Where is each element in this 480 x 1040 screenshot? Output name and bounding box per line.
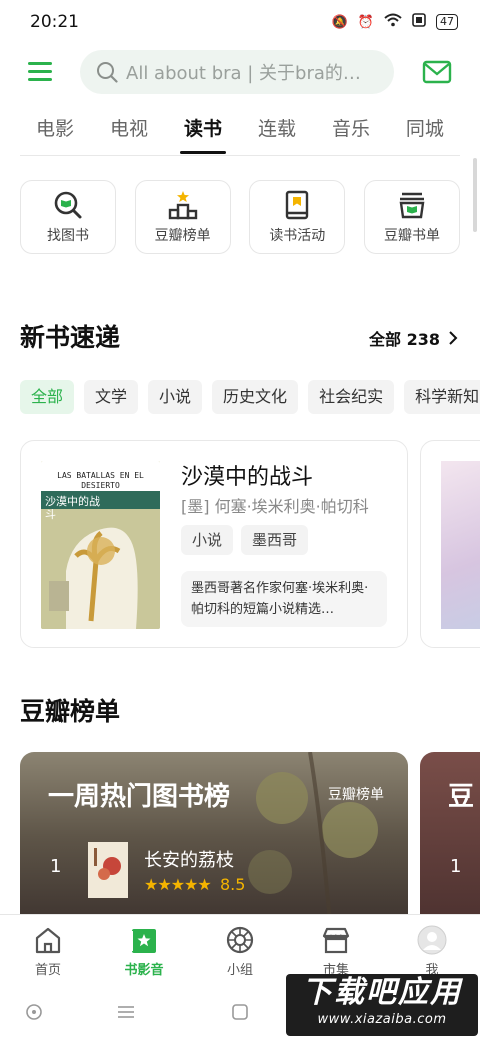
watermark-logo: 下载吧应用: [302, 975, 462, 1010]
market-icon: [322, 927, 350, 954]
next-ranking-title: 豆: [448, 782, 475, 812]
tab-tv[interactable]: 电视: [94, 104, 164, 156]
status-bar: 20:21 🔕 ⏰ 47: [0, 0, 480, 44]
cover-top-text: LAS BATALLAS EN EL DESIERTO: [57, 471, 144, 490]
mute-icon: 🔕: [331, 14, 348, 30]
douban-booklist-label: 豆瓣书单: [383, 228, 440, 244]
book-activity-button[interactable]: 读书活动: [249, 180, 346, 254]
top-header: All about bra | 关于bra的一…: [0, 48, 480, 96]
genre-chips: 全部 文学 小说 历史文化 社会纪实 科学新知: [20, 380, 480, 414]
mail-icon[interactable]: [422, 60, 452, 84]
book-activity-icon: [286, 190, 309, 220]
book-description: 墨西哥著名作家何塞·埃米利奥·帕切科的短篇小说精选…: [181, 571, 387, 627]
book-cover-next[interactable]: [441, 461, 480, 629]
nav-media[interactable]: 书影音: [96, 915, 192, 984]
rating-score: 8.5: [220, 875, 246, 894]
nav-group-label: 小组: [226, 963, 253, 978]
menu-icon[interactable]: [28, 62, 52, 82]
group-icon: [226, 926, 254, 954]
quick-entries: 找图书 豆瓣榜单 读书活动 豆瓣书单: [20, 180, 460, 254]
nav-home[interactable]: 首页: [0, 915, 96, 984]
tab-local[interactable]: 同城: [390, 104, 460, 156]
new-books-title: 新书速递: [20, 323, 121, 352]
rankings-title: 豆瓣榜单: [20, 697, 121, 726]
nav-group[interactable]: 小组: [192, 915, 288, 984]
alarm-icon: ⏰: [357, 14, 374, 30]
new-books-count: 全部 238: [369, 330, 440, 349]
find-book-icon: [54, 191, 82, 219]
wifi-icon: [384, 13, 402, 31]
rank-number: 1: [50, 856, 62, 877]
avatar-icon: [417, 925, 447, 955]
search-box[interactable]: All about bra | 关于bra的一…: [80, 50, 394, 94]
chip-science[interactable]: 科学新知: [404, 380, 480, 414]
nav-home-label: 首页: [34, 963, 61, 978]
clock: 20:21: [30, 12, 79, 32]
book-author: [墨] 何塞·埃米利奥·帕切科: [181, 497, 369, 516]
book-tag[interactable]: 墨西哥: [241, 525, 309, 555]
home-square-icon[interactable]: [230, 1002, 250, 1022]
chevron-right-icon: [449, 331, 458, 345]
next-ranking-card[interactable]: 豆 1: [420, 752, 480, 922]
tab-movie[interactable]: 电影: [20, 104, 90, 156]
nav-media-label: 书影音: [124, 963, 164, 978]
tab-books[interactable]: 读书: [168, 104, 238, 156]
ranked-book-cover[interactable]: [88, 842, 128, 898]
watermark-url: www.xiazaiba.com: [317, 1012, 447, 1027]
book-tags: 小说 墨西哥: [181, 525, 309, 555]
booklist-basket-icon: [399, 192, 425, 219]
next-rank-number: 1: [450, 856, 462, 877]
ranking-card-source: 豆瓣榜单: [328, 787, 384, 803]
chip-history[interactable]: 历史文化: [212, 380, 299, 414]
douban-ranking-button[interactable]: 豆瓣榜单: [134, 180, 231, 254]
star-rating-icon: ★★★★★: [144, 875, 212, 894]
douban-ranking-label: 豆瓣榜单: [154, 228, 211, 244]
recents-menu-icon[interactable]: [116, 1002, 136, 1022]
chip-all[interactable]: 全部: [20, 380, 75, 414]
status-icons: 🔕 ⏰ 47: [332, 13, 458, 31]
tab-music[interactable]: 音乐: [316, 104, 386, 156]
chip-society[interactable]: 社会纪实: [308, 380, 395, 414]
search-icon: [97, 62, 118, 83]
site-watermark: 下载吧应用 www.xiazaiba.com: [286, 974, 478, 1036]
ranked-book-title[interactable]: 长安的荔枝: [144, 846, 234, 872]
chip-literature[interactable]: 文学: [84, 380, 139, 414]
find-book-button[interactable]: 找图书: [20, 180, 116, 254]
category-tabs: 电影 电视 读书 连载 音乐 同城: [20, 104, 460, 156]
home-icon: [35, 927, 61, 954]
weekly-ranking-card[interactable]: 一周热门图书榜 豆瓣榜单 1 长安的荔枝 ★★★★★ 8.5: [20, 752, 408, 922]
tab-serial[interactable]: 连载: [242, 104, 312, 156]
cover-title-text: 沙漠中的战斗: [45, 495, 100, 521]
book-title[interactable]: 沙漠中的战斗: [181, 459, 313, 491]
book-cover[interactable]: LAS BATALLAS EN EL DESIERTO 沙漠中的战斗: [41, 461, 160, 629]
new-books-more-link[interactable]: 全部 238: [369, 326, 458, 350]
back-circle-icon[interactable]: [24, 1002, 44, 1022]
book-tag[interactable]: 小说: [181, 525, 234, 555]
search-placeholder: All about bra | 关于bra的一…: [126, 63, 376, 84]
ranked-cover-art: [88, 842, 128, 898]
chip-fiction[interactable]: 小说: [148, 380, 203, 414]
douban-booklist-button[interactable]: 豆瓣书单: [363, 180, 460, 254]
new-book-card[interactable]: LAS BATALLAS EN EL DESIERTO 沙漠中的战斗 沙漠中的战…: [20, 440, 408, 648]
star-ticket-icon: [129, 929, 156, 953]
sim-icon: [412, 13, 426, 31]
find-book-label: 找图书: [47, 228, 89, 244]
scrollbar[interactable]: [473, 158, 477, 232]
ranking-podium-icon: [168, 191, 197, 220]
new-book-card-next[interactable]: [420, 440, 480, 648]
book-activity-label: 读书活动: [269, 228, 326, 244]
battery-icon: 47: [436, 14, 458, 30]
ranking-card-title: 一周热门图书榜: [48, 782, 231, 812]
